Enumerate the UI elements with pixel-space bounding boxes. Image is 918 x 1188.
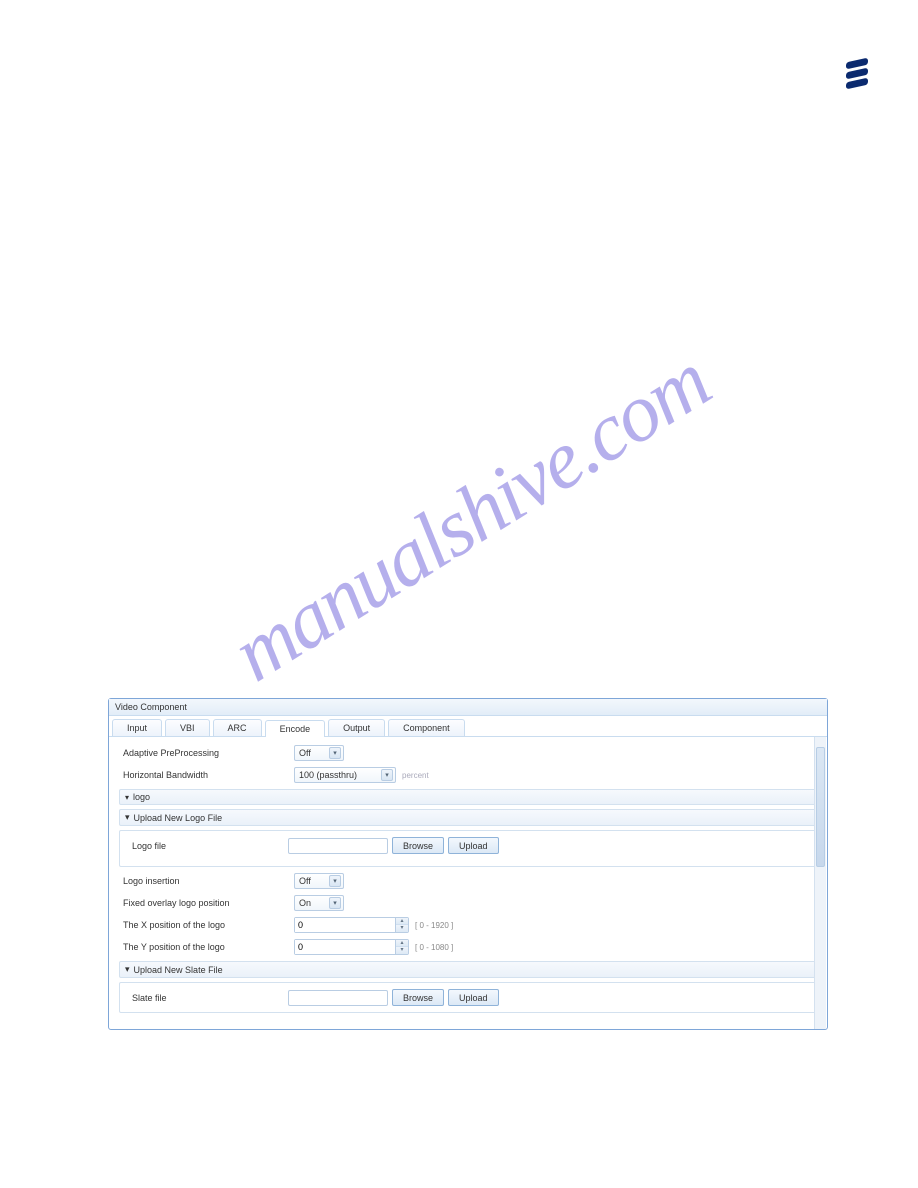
collapse-icon: ▾ (125, 964, 130, 975)
tab-arc[interactable]: ARC (213, 719, 262, 736)
tab-vbi[interactable]: VBI (165, 719, 210, 736)
upload-logo-header[interactable]: ▾ Upload New Logo File (119, 809, 817, 826)
browse-button[interactable]: Browse (392, 989, 444, 1006)
panel-body: Adaptive PreProcessing Off ▾ Horizontal … (109, 737, 827, 1029)
ypos-input[interactable] (295, 940, 395, 954)
panel-title: Video Component (109, 699, 827, 716)
browse-button[interactable]: Browse (392, 837, 444, 854)
upload-button[interactable]: Upload (448, 989, 499, 1006)
ericsson-logo (846, 60, 868, 90)
chevron-down-icon: ▾ (381, 769, 393, 781)
ypos-label: The Y position of the logo (119, 942, 294, 952)
slate-upload-box: Slate file Browse Upload (119, 982, 817, 1013)
scrollbar[interactable] (814, 737, 826, 1029)
collapse-icon: ▾ (125, 812, 130, 823)
step-down-icon[interactable]: ▾ (396, 925, 408, 932)
scroll-thumb[interactable] (816, 747, 825, 867)
logo-section-header[interactable]: ▾ logo (119, 789, 817, 805)
step-down-icon[interactable]: ▾ (396, 947, 408, 954)
tab-bar: Input VBI ARC Encode Output Component (109, 716, 827, 737)
xpos-range: [ 0 - 1920 ] (415, 921, 453, 930)
upload-slate-header[interactable]: ▾ Upload New Slate File (119, 961, 817, 978)
logo-upload-box: Logo file Browse Upload (119, 830, 817, 867)
logo-insertion-label: Logo insertion (119, 876, 294, 886)
logo-file-input[interactable] (288, 838, 388, 854)
chevron-down-icon: ▾ (329, 875, 341, 887)
ypos-stepper[interactable]: ▴ ▾ (294, 939, 409, 955)
hbw-select[interactable]: 100 (passthru) ▾ (294, 767, 396, 783)
slate-file-label: Slate file (128, 993, 288, 1003)
slate-file-input[interactable] (288, 990, 388, 1006)
xpos-stepper[interactable]: ▴ ▾ (294, 917, 409, 933)
collapse-icon: ▾ (125, 793, 129, 802)
chevron-down-icon: ▾ (329, 747, 341, 759)
adaptive-label: Adaptive PreProcessing (119, 748, 294, 758)
step-up-icon[interactable]: ▴ (396, 918, 408, 925)
step-up-icon[interactable]: ▴ (396, 940, 408, 947)
tab-component[interactable]: Component (388, 719, 465, 736)
fixed-overlay-label: Fixed overlay logo position (119, 898, 294, 908)
tab-output[interactable]: Output (328, 719, 385, 736)
hbw-hint: percent (402, 771, 429, 780)
tab-encode[interactable]: Encode (265, 720, 326, 737)
hbw-label: Horizontal Bandwidth (119, 770, 294, 780)
logo-file-label: Logo file (128, 841, 288, 851)
ypos-range: [ 0 - 1080 ] (415, 943, 453, 952)
logo-insertion-select[interactable]: Off ▾ (294, 873, 344, 889)
xpos-input[interactable] (295, 918, 395, 932)
watermark-text: manualshive.com (216, 334, 725, 701)
video-component-panel: Video Component Input VBI ARC Encode Out… (108, 698, 828, 1030)
upload-button[interactable]: Upload (448, 837, 499, 854)
tab-input[interactable]: Input (112, 719, 162, 736)
fixed-overlay-select[interactable]: On ▾ (294, 895, 344, 911)
adaptive-select[interactable]: Off ▾ (294, 745, 344, 761)
chevron-down-icon: ▾ (329, 897, 341, 909)
xpos-label: The X position of the logo (119, 920, 294, 930)
